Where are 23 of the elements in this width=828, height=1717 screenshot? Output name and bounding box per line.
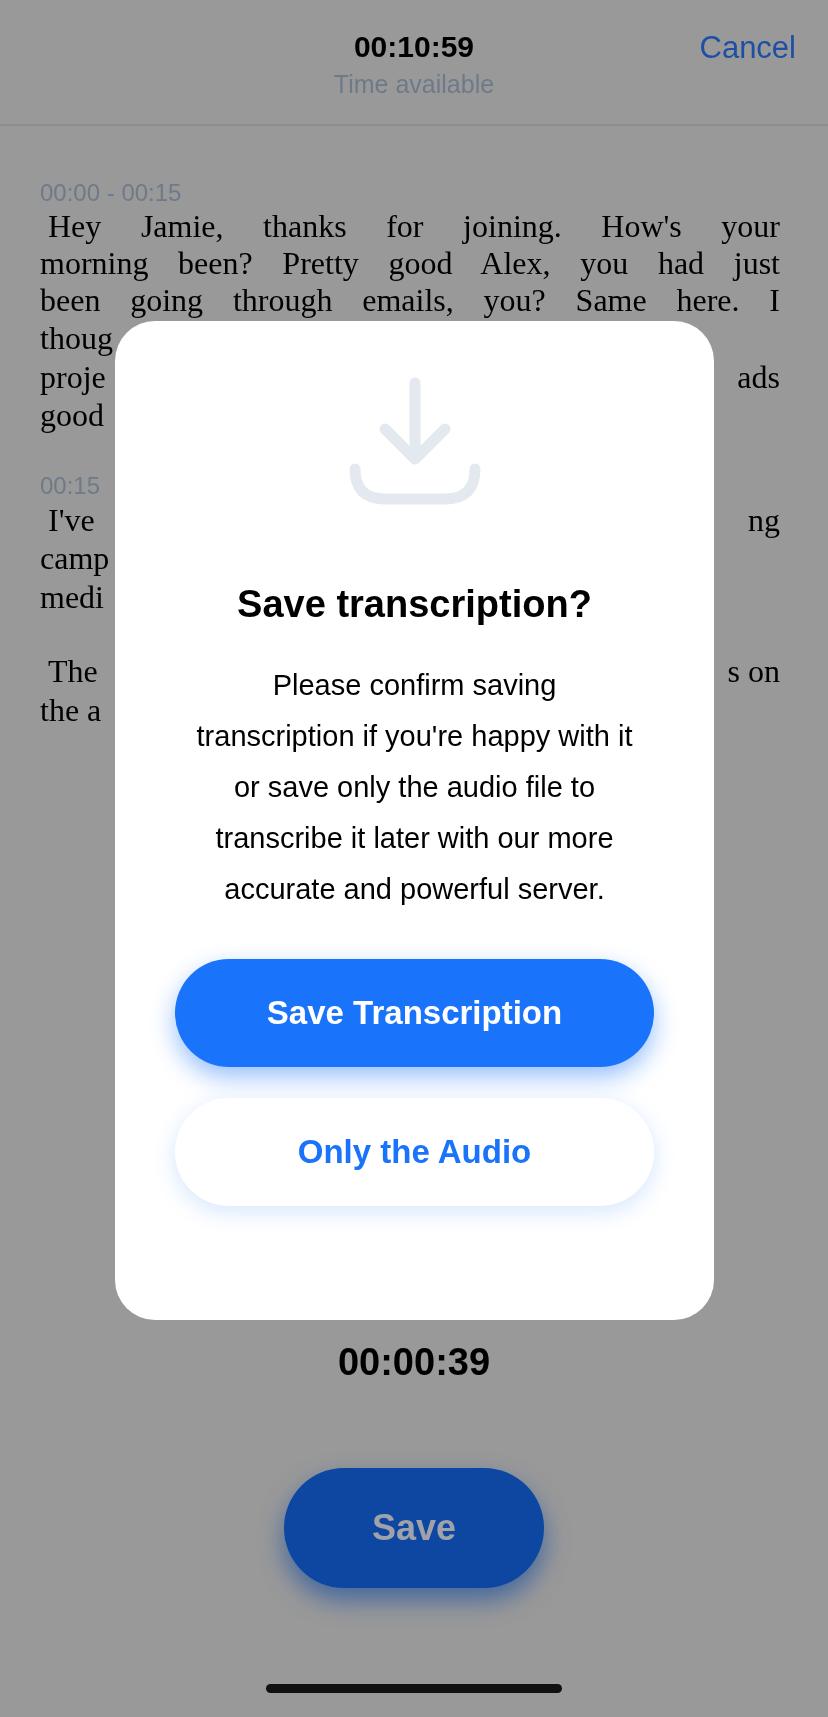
save-button[interactable]: Save — [284, 1468, 544, 1588]
cancel-button[interactable]: Cancel — [699, 30, 796, 66]
transcript-line: Hey Jamie, thanks for joining. How's your — [47, 208, 780, 245]
save-transcription-button[interactable]: Save Transcription — [175, 959, 654, 1067]
recording-time: 00:00:39 — [337, 1341, 491, 1384]
transcript-fragment: camp — [40, 539, 110, 578]
transcript-line: been going through emails, you? Same here. I — [40, 282, 780, 319]
transcript-fragment: I've — [48, 500, 95, 539]
dialog-message: Please confirm saving transcription if you're happy with it or save only the audio file to transcribe it later with our more accurate and powerful server. — [195, 668, 634, 907]
audio-only-button[interactable]: Only the Audio — [175, 1098, 654, 1206]
time-available: 00:10:59 — [353, 30, 475, 64]
transcript-fragment: s on — [727, 652, 780, 691]
transcript-fragment: ads — [737, 357, 780, 396]
transcript-fragment: medi — [40, 577, 104, 616]
dialog-title: Save transcription? — [237, 583, 592, 626]
download-icon — [348, 377, 481, 505]
transcript-fragment: proje — [40, 357, 106, 396]
transcript-fragment: the a — [40, 690, 102, 729]
transcript-fragment: thoug — [40, 319, 113, 358]
transcript-fragment: ng — [748, 500, 780, 539]
transcript-line: morning been? Pretty good Alex, you had just — [40, 245, 780, 282]
transcript-fragment: good — [40, 396, 104, 435]
transcript-fragment: The — [48, 652, 98, 691]
